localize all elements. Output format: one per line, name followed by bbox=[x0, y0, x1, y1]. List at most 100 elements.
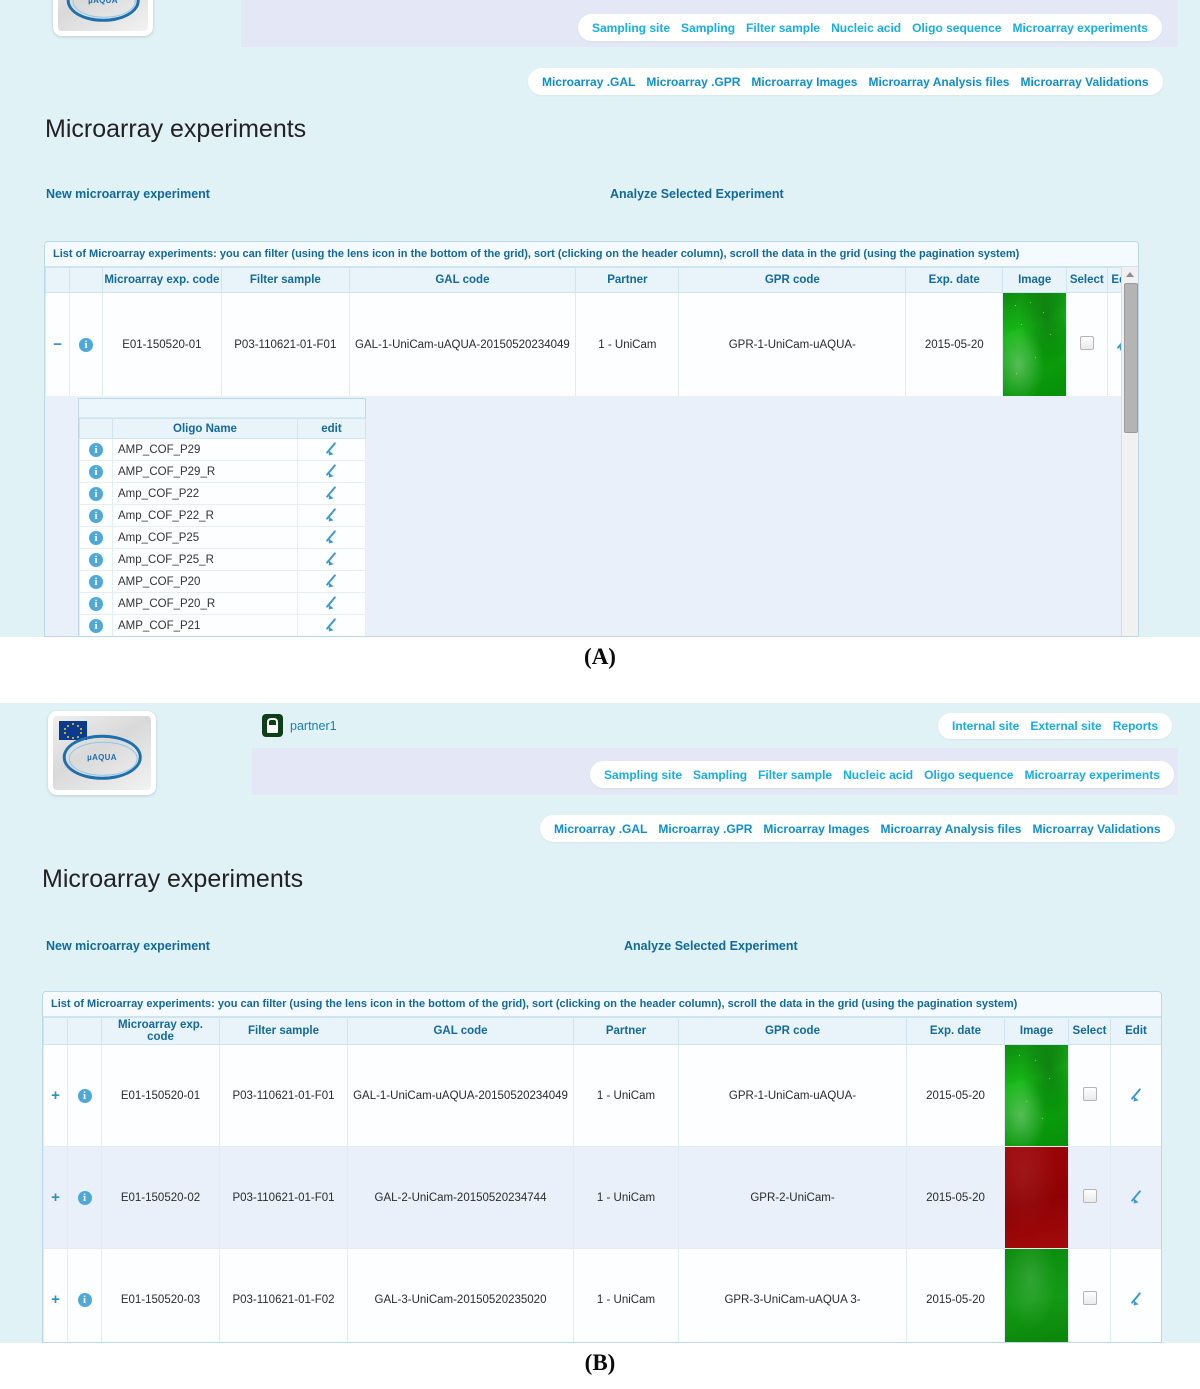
oligo-info[interactable]: i bbox=[79, 526, 113, 549]
row-select-checkbox[interactable] bbox=[1082, 1189, 1097, 1203]
info-icon[interactable]: i bbox=[89, 530, 103, 545]
col-edit[interactable]: Edit bbox=[1110, 1017, 1161, 1045]
col-filter-sample[interactable]: Filter sample bbox=[221, 267, 350, 293]
info-icon[interactable]: i bbox=[78, 337, 93, 352]
col-image[interactable]: Image bbox=[1004, 1017, 1069, 1045]
oligo-edit[interactable] bbox=[297, 504, 366, 527]
nav-item-filter-sample[interactable]: Filter sample bbox=[758, 768, 832, 782]
info-icon[interactable]: i bbox=[77, 1292, 92, 1307]
nav-item-microarray-experiments[interactable]: Microarray experiments bbox=[1012, 21, 1147, 35]
col-expander[interactable] bbox=[43, 1017, 68, 1045]
row-expander[interactable]: + bbox=[43, 1146, 68, 1249]
nav-item-nucleic-acid[interactable]: Nucleic acid bbox=[831, 21, 901, 35]
col-gpr-code[interactable]: GPR code bbox=[678, 267, 907, 293]
new-microarray-experiment-link[interactable]: New microarray experiment bbox=[46, 939, 210, 953]
info-icon[interactable]: i bbox=[89, 574, 103, 589]
oligo-col-name[interactable]: Oligo Name bbox=[112, 418, 298, 439]
nav-item-sampling-site[interactable]: Sampling site bbox=[592, 21, 670, 35]
cell-edit[interactable] bbox=[1110, 1248, 1161, 1342]
col-select[interactable]: Select bbox=[1066, 267, 1108, 293]
nav-item-microarray-experiments[interactable]: Microarray experiments bbox=[1024, 768, 1159, 782]
scrollbar-thumb[interactable] bbox=[1124, 283, 1138, 433]
cell-select[interactable] bbox=[1068, 1146, 1111, 1249]
row-info[interactable]: i bbox=[67, 1044, 102, 1147]
col-image[interactable]: Image bbox=[1002, 267, 1068, 293]
info-icon[interactable]: i bbox=[89, 618, 103, 633]
oligo-info[interactable]: i bbox=[79, 592, 113, 615]
info-icon[interactable]: i bbox=[89, 464, 103, 479]
oligo-info[interactable]: i bbox=[79, 504, 113, 527]
col-info[interactable] bbox=[69, 267, 103, 293]
info-icon[interactable]: i bbox=[77, 1190, 92, 1205]
oligo-info[interactable]: i bbox=[79, 460, 113, 483]
subnav-item-microarray-validations[interactable]: Microarray Validations bbox=[1032, 822, 1160, 836]
oligo-info[interactable]: i bbox=[79, 548, 113, 571]
edit-pencil-icon[interactable] bbox=[325, 618, 338, 631]
oligo-info[interactable]: i bbox=[79, 438, 113, 461]
oligo-info[interactable]: i bbox=[79, 570, 113, 593]
edit-pencil-icon[interactable] bbox=[325, 574, 338, 587]
oligo-edit[interactable] bbox=[297, 482, 366, 505]
row-info[interactable]: i bbox=[67, 1248, 102, 1342]
cell-select[interactable] bbox=[1068, 1044, 1111, 1147]
oligo-col-edit[interactable]: edit bbox=[297, 418, 366, 439]
cell-image[interactable] bbox=[1004, 1044, 1069, 1147]
col-exp-code[interactable]: Microarray exp. code bbox=[101, 267, 223, 293]
col-select[interactable]: Select bbox=[1068, 1017, 1111, 1045]
nav-item-filter-sample[interactable]: Filter sample bbox=[746, 21, 820, 35]
expand-icon[interactable]: + bbox=[51, 1291, 60, 1308]
subnav-item-microarray-gpr[interactable]: Microarray .GPR bbox=[646, 75, 740, 89]
row-info[interactable]: i bbox=[67, 1146, 102, 1249]
col-exp-date[interactable]: Exp. date bbox=[905, 267, 1004, 293]
row-expander[interactable]: + bbox=[43, 1044, 68, 1147]
info-icon[interactable]: i bbox=[89, 486, 103, 501]
col-expander[interactable] bbox=[45, 267, 71, 293]
subnav-item-microarray-analysis-files[interactable]: Microarray Analysis files bbox=[880, 822, 1021, 836]
info-icon[interactable]: i bbox=[89, 552, 103, 567]
oligo-edit[interactable] bbox=[297, 460, 366, 483]
oligo-edit[interactable] bbox=[297, 526, 366, 549]
edit-pencil-icon[interactable] bbox=[325, 464, 338, 477]
oligo-edit[interactable] bbox=[297, 614, 366, 636]
subnav-item-microarray-analysis-files[interactable]: Microarray Analysis files bbox=[868, 75, 1009, 89]
nav-item-oligo-sequence[interactable]: Oligo sequence bbox=[924, 768, 1013, 782]
col-partner[interactable]: Partner bbox=[573, 1017, 679, 1045]
edit-pencil-icon[interactable] bbox=[325, 486, 338, 499]
cell-select[interactable] bbox=[1066, 292, 1108, 397]
col-partner[interactable]: Partner bbox=[575, 267, 680, 293]
nav-item-sampling[interactable]: Sampling bbox=[681, 21, 735, 35]
subnav-item-microarray-gal[interactable]: Microarray .GAL bbox=[554, 822, 647, 836]
row-info[interactable]: i bbox=[69, 292, 103, 397]
cell-image[interactable] bbox=[1004, 1248, 1069, 1342]
subnav-item-microarray-images[interactable]: Microarray Images bbox=[763, 822, 869, 836]
cell-edit[interactable] bbox=[1110, 1044, 1161, 1147]
scroll-up-arrow[interactable] bbox=[1122, 267, 1138, 281]
subnav-item-microarray-gal[interactable]: Microarray .GAL bbox=[542, 75, 635, 89]
oligo-info[interactable]: i bbox=[79, 614, 113, 636]
grid-vertical-scrollbar[interactable] bbox=[1121, 267, 1138, 636]
row-select-checkbox[interactable] bbox=[1082, 1087, 1097, 1101]
col-gpr-code[interactable]: GPR code bbox=[678, 1017, 907, 1045]
nav-item-internal-site[interactable]: Internal site bbox=[952, 719, 1019, 733]
nav-item-sampling-site[interactable]: Sampling site bbox=[604, 768, 682, 782]
cell-edit[interactable] bbox=[1110, 1146, 1161, 1249]
info-icon[interactable]: i bbox=[89, 442, 103, 457]
col-exp-code[interactable]: Microarray exp. code bbox=[101, 1017, 220, 1045]
edit-pencil-icon[interactable] bbox=[325, 442, 338, 455]
info-icon[interactable]: i bbox=[89, 596, 103, 611]
subnav-item-microarray-validations[interactable]: Microarray Validations bbox=[1020, 75, 1148, 89]
new-microarray-experiment-link[interactable]: New microarray experiment bbox=[46, 187, 210, 201]
expand-icon[interactable]: + bbox=[51, 1087, 60, 1104]
edit-pencil-icon[interactable] bbox=[1130, 1190, 1143, 1203]
edit-pencil-icon[interactable] bbox=[325, 530, 338, 543]
oligo-edit[interactable] bbox=[297, 438, 366, 461]
edit-pencil-icon[interactable] bbox=[325, 552, 338, 565]
expand-icon[interactable]: + bbox=[51, 1189, 60, 1206]
info-icon[interactable]: i bbox=[77, 1088, 92, 1103]
oligo-info[interactable]: i bbox=[79, 482, 113, 505]
col-info[interactable] bbox=[67, 1017, 102, 1045]
nav-item-reports[interactable]: Reports bbox=[1113, 719, 1158, 733]
edit-pencil-icon[interactable] bbox=[325, 596, 338, 609]
info-icon[interactable]: i bbox=[89, 508, 103, 523]
col-exp-date[interactable]: Exp. date bbox=[906, 1017, 1005, 1045]
